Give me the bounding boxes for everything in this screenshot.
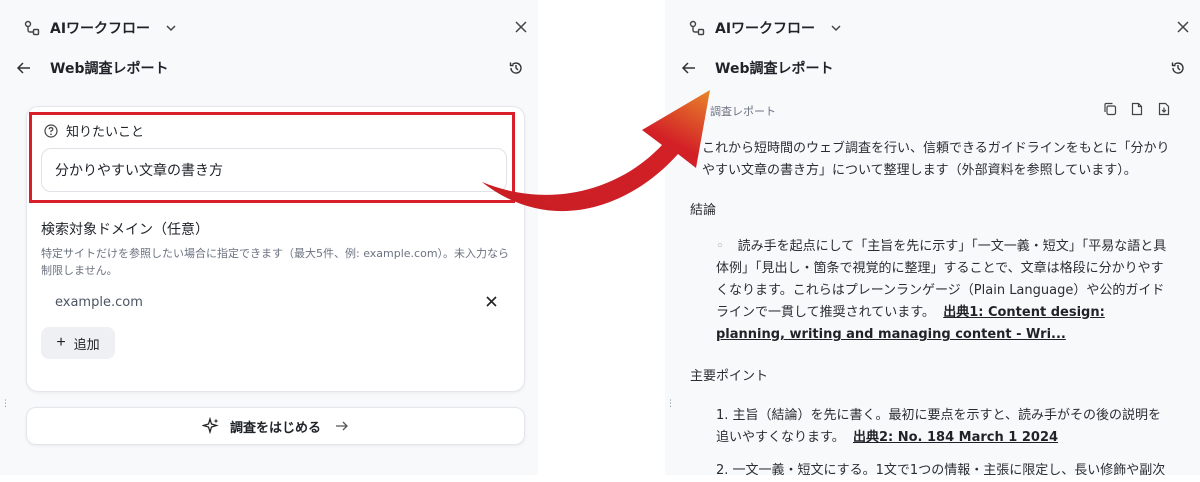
close-icon[interactable] <box>1176 20 1190 34</box>
question-label: 知りたいこと <box>44 121 144 140</box>
citation-link-2[interactable]: 出典2: No. 184 March 1 2024 <box>853 430 1058 445</box>
resize-handle[interactable]: ⋮ <box>1 400 10 409</box>
start-label: 調査をはじめる <box>229 420 321 436</box>
plus-icon: + <box>56 334 66 351</box>
arrow-right-icon <box>336 421 348 431</box>
page-title: Web調査レポート <box>715 61 834 77</box>
chevron-down-icon[interactable] <box>829 21 843 35</box>
workflow-header: AIワークフロー <box>24 14 538 42</box>
start-research-button[interactable]: 調査をはじめる <box>26 407 525 445</box>
point-item-1: 1. 主旨（結論）を先に書く。最初に要点を示すと、読み手がその後の説明を追いやす… <box>716 405 1171 449</box>
back-arrow-icon[interactable] <box>16 60 32 76</box>
download-file-icon[interactable] <box>1157 102 1171 116</box>
workflow-icon <box>689 20 705 36</box>
intro-paragraph: これから短時間のウェブ調査を行い、信頼できるガイドラインをもとに「分かりやすい文… <box>702 141 1170 178</box>
history-icon[interactable] <box>1170 60 1186 76</box>
domain-help-text: 特定サイトだけを参照したい場合に指定できます（最大5件、例: example.c… <box>41 247 510 277</box>
remove-domain-icon[interactable] <box>485 295 498 308</box>
workflow-header-right: AIワークフロー <box>689 14 1200 42</box>
transition-arrow-icon <box>482 90 710 212</box>
page-header-right: Web調査レポート <box>681 56 1200 80</box>
resize-handle[interactable]: ⋮ <box>666 400 675 409</box>
chevron-down-icon[interactable] <box>164 21 178 35</box>
workflow-title[interactable]: AIワークフロー <box>715 18 815 38</box>
add-label: 追加 <box>73 336 100 352</box>
page-title: Web調査レポート <box>50 61 169 77</box>
question-input[interactable]: 分かりやすい文章の書き方 <box>41 148 507 192</box>
question-circle-icon <box>44 123 58 138</box>
page-header: Web調査レポート <box>16 56 538 80</box>
question-label-text: 知りたいこと <box>66 125 145 140</box>
workflow-title[interactable]: AIワークフロー <box>50 18 150 38</box>
document-icon[interactable] <box>1130 102 1144 116</box>
domain-section-title: 検索対象ドメイン（任意） <box>41 222 209 238</box>
copy-icon[interactable] <box>1103 102 1117 116</box>
domain-entry[interactable]: example.com <box>55 295 143 310</box>
points-heading: 主要ポイント <box>690 369 769 384</box>
conclusion-paragraph: ◦ 読み手を起点にして「主旨を先に示す」「一文一義・短文」「平易な語と具体例」「見… <box>716 236 1171 346</box>
sparkles-icon <box>201 417 219 435</box>
point-item-2: 2. 一文一義・短文にする。1文で1つの情報・主張に限定し、長い修飾や副次 <box>716 463 1166 478</box>
workflow-icon <box>24 20 40 36</box>
add-domain-button[interactable]: + 追加 <box>41 327 115 359</box>
close-icon[interactable] <box>514 20 528 34</box>
